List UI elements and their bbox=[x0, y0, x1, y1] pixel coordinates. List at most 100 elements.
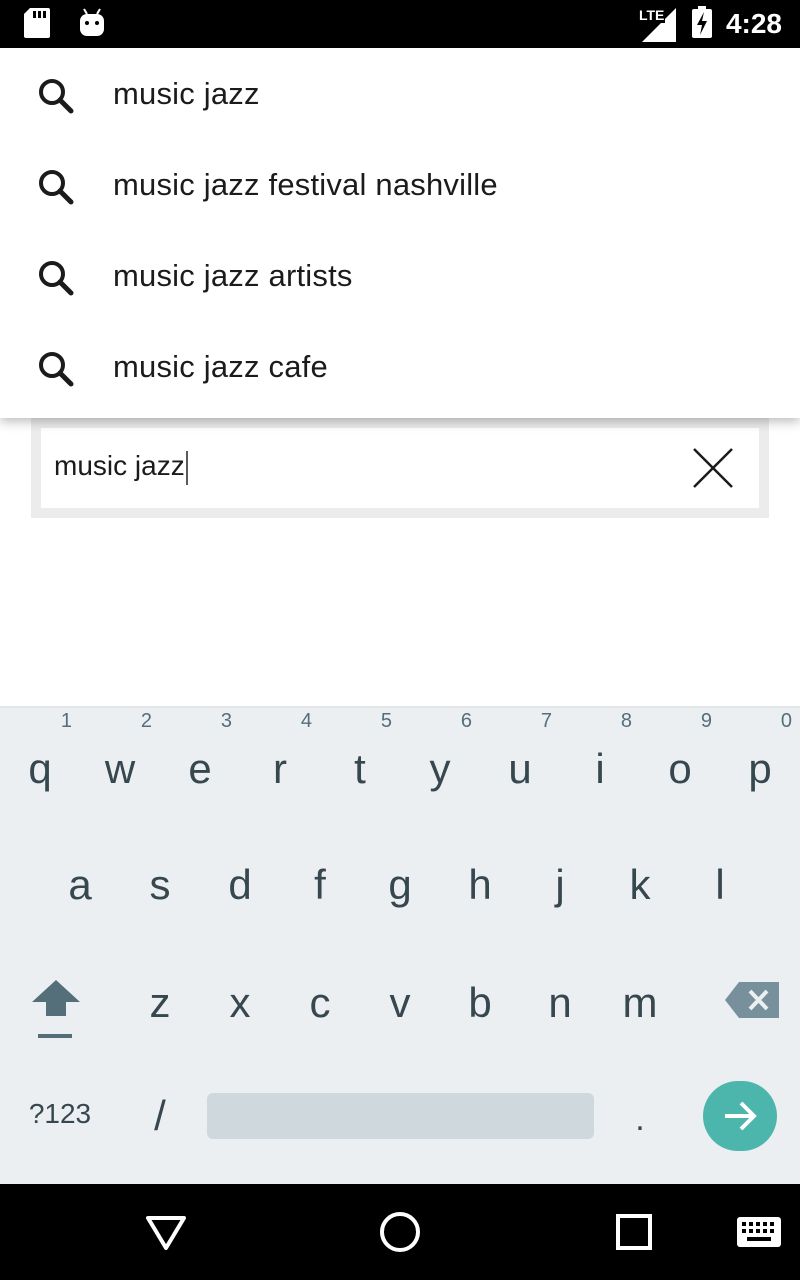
key-hint: 1 bbox=[60, 710, 72, 732]
shift-key[interactable] bbox=[16, 978, 96, 1047]
search-icon bbox=[36, 76, 76, 116]
key-label: o bbox=[668, 745, 692, 792]
key-label: i bbox=[595, 745, 605, 792]
key-label: n bbox=[548, 979, 572, 1026]
key-b[interactable]: b bbox=[440, 982, 520, 1024]
sd-card-icon bbox=[24, 8, 50, 43]
key-label: e bbox=[188, 745, 212, 792]
navigation-bar bbox=[0, 1184, 800, 1280]
key-label: g bbox=[388, 861, 412, 908]
key-q[interactable]: 1q bbox=[0, 710, 80, 792]
search-input-value: music jazz bbox=[54, 450, 188, 485]
key-hint: 8 bbox=[620, 710, 632, 732]
suggestion-text: music jazz artists bbox=[113, 257, 353, 293]
key-label: z bbox=[149, 979, 171, 1026]
key-label: c bbox=[309, 979, 331, 1026]
key-hint: 5 bbox=[380, 710, 392, 732]
home-icon[interactable] bbox=[378, 1210, 422, 1254]
key-r[interactable]: 4r bbox=[240, 710, 320, 792]
key-label: f bbox=[314, 861, 326, 908]
status-bar: LTE 4:28 bbox=[0, 0, 800, 48]
suggestion-text: music jazz bbox=[113, 75, 260, 111]
key-label: w bbox=[104, 745, 136, 792]
key-e[interactable]: 3e bbox=[160, 710, 240, 792]
key-h[interactable]: h bbox=[440, 864, 520, 906]
key-k[interactable]: k bbox=[600, 864, 680, 906]
key-label: k bbox=[629, 861, 651, 908]
key-z[interactable]: z bbox=[120, 982, 200, 1024]
key-label: x bbox=[229, 979, 251, 1026]
key-label: a bbox=[68, 861, 92, 908]
key-hint: 9 bbox=[700, 710, 712, 732]
key-a[interactable]: a bbox=[40, 864, 120, 906]
key-v[interactable]: v bbox=[360, 982, 440, 1024]
search-icon bbox=[36, 258, 76, 298]
key-label: q bbox=[28, 745, 52, 792]
key-x[interactable]: x bbox=[200, 982, 280, 1024]
key-g[interactable]: g bbox=[360, 864, 440, 906]
key-label: j bbox=[555, 861, 565, 908]
key-hint: 6 bbox=[460, 710, 472, 732]
space-key[interactable] bbox=[207, 1093, 594, 1139]
suggestion-item[interactable]: music jazz artists bbox=[0, 230, 800, 321]
key-label: h bbox=[468, 861, 492, 908]
symbols-key[interactable]: ?123 bbox=[10, 1098, 110, 1130]
system-icons: LTE 4:28 bbox=[637, 4, 782, 44]
clock: 4:28 bbox=[725, 8, 782, 39]
key-label: y bbox=[429, 745, 451, 792]
key-c[interactable]: c bbox=[280, 982, 360, 1024]
key-l[interactable]: l bbox=[680, 864, 760, 906]
backspace-key[interactable] bbox=[712, 980, 792, 1025]
key-d[interactable]: d bbox=[200, 864, 280, 906]
close-icon[interactable] bbox=[691, 446, 735, 490]
shift-icon bbox=[30, 980, 82, 1046]
recents-icon[interactable] bbox=[612, 1210, 656, 1254]
text-caret bbox=[185, 450, 188, 485]
search-bar: music jazz bbox=[31, 418, 769, 518]
key-w[interactable]: 2w bbox=[80, 710, 160, 792]
key-hint: 7 bbox=[540, 710, 552, 732]
keyboard-switch-icon[interactable] bbox=[736, 1216, 782, 1248]
battery-charging-icon bbox=[691, 5, 712, 43]
arrow-right-icon bbox=[722, 1098, 758, 1139]
slash-key[interactable]: / bbox=[120, 1092, 200, 1140]
search-icon bbox=[36, 167, 76, 207]
period-key[interactable]: . bbox=[600, 1100, 680, 1139]
network-label: LTE bbox=[637, 7, 666, 23]
key-hint: 4 bbox=[300, 710, 312, 732]
key-hint: 0 bbox=[780, 710, 792, 732]
key-i[interactable]: 8i bbox=[560, 710, 640, 792]
key-y[interactable]: 6y bbox=[400, 710, 480, 792]
go-key[interactable] bbox=[703, 1081, 777, 1151]
search-input[interactable]: music jazz bbox=[41, 428, 759, 508]
search-suggestions: music jazz music jazz festival nashville… bbox=[0, 48, 800, 418]
suggestion-item[interactable]: music jazz festival nashville bbox=[0, 139, 800, 230]
suggestion-item[interactable]: music jazz bbox=[0, 48, 800, 139]
key-t[interactable]: 5t bbox=[320, 710, 400, 792]
key-label: s bbox=[149, 861, 171, 908]
suggestion-item[interactable]: music jazz cafe bbox=[0, 321, 800, 412]
key-label: r bbox=[273, 745, 287, 792]
key-s[interactable]: s bbox=[120, 864, 200, 906]
back-icon[interactable] bbox=[144, 1210, 188, 1254]
screen: LTE 4:28 music jazz music jazz festival … bbox=[0, 0, 800, 1280]
search-icon bbox=[36, 349, 76, 389]
key-hint: 2 bbox=[140, 710, 152, 732]
lte-signal-icon: LTE bbox=[637, 6, 678, 42]
key-j[interactable]: j bbox=[520, 864, 600, 906]
key-label: d bbox=[228, 861, 252, 908]
key-u[interactable]: 7u bbox=[480, 710, 560, 792]
key-label: u bbox=[508, 745, 532, 792]
key-label: v bbox=[389, 979, 411, 1026]
key-hint: 3 bbox=[220, 710, 232, 732]
key-label: t bbox=[354, 745, 366, 792]
key-label: b bbox=[468, 979, 492, 1026]
key-label: p bbox=[748, 745, 772, 792]
backspace-icon bbox=[723, 982, 781, 1024]
key-o[interactable]: 9o bbox=[640, 710, 720, 792]
key-p[interactable]: 0p bbox=[720, 710, 800, 792]
suggestion-text: music jazz festival nashville bbox=[113, 166, 498, 202]
key-n[interactable]: n bbox=[520, 982, 600, 1024]
key-m[interactable]: m bbox=[600, 982, 680, 1024]
key-f[interactable]: f bbox=[280, 864, 360, 906]
